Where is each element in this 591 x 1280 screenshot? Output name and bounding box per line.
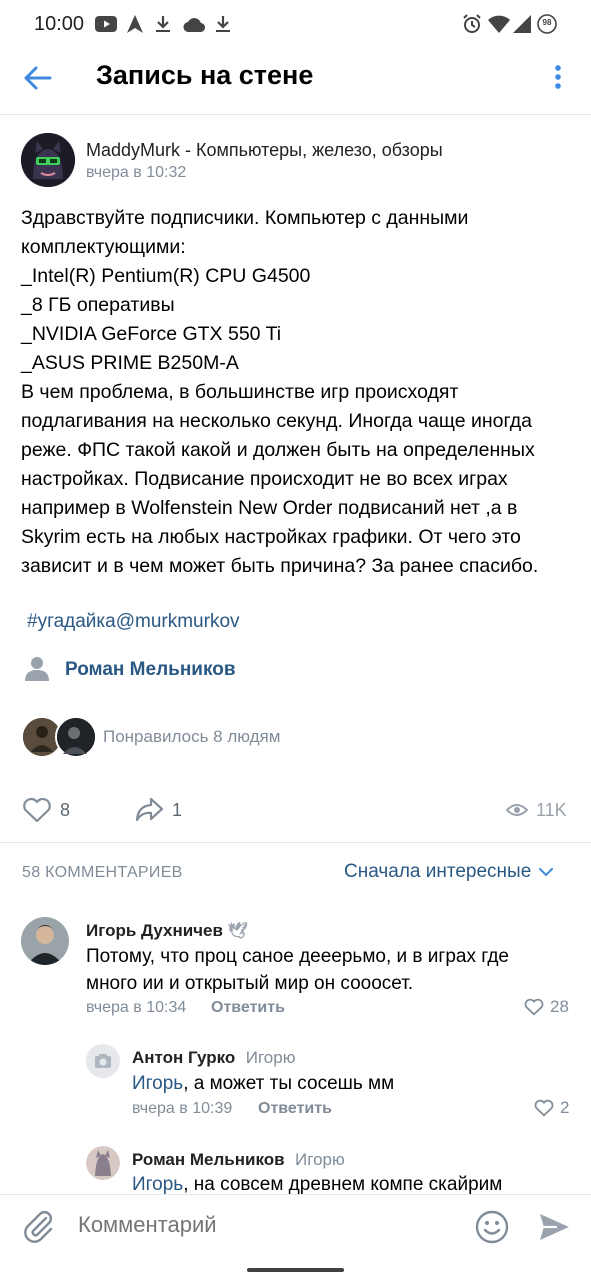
- reply-body: , а может ты сосешь мм: [183, 1073, 395, 1094]
- reply-avatar[interactable]: [86, 1146, 120, 1180]
- navigation-icon: [126, 14, 144, 34]
- comment-avatar[interactable]: [21, 917, 69, 965]
- cat-avatar-image: [21, 133, 75, 187]
- comment-like-count: 28: [550, 997, 569, 1016]
- home-indicator[interactable]: [247, 1268, 344, 1272]
- reply-timestamp: вчера в 10:39: [132, 1100, 233, 1117]
- like-button[interactable]: 8: [22, 796, 70, 824]
- post-author-name[interactable]: MaddyMurk - Компьютеры, железо, обзоры: [86, 140, 443, 161]
- attach-button[interactable]: [22, 1208, 54, 1244]
- send-button[interactable]: [537, 1210, 571, 1244]
- reply-author-name[interactable]: Роман Мельников: [132, 1150, 285, 1169]
- post-timestamp: вчера в 10:32: [86, 164, 187, 181]
- reply-like-button[interactable]: 2: [534, 1098, 569, 1118]
- paperclip-icon: [24, 1211, 53, 1243]
- heart-icon: [23, 797, 51, 823]
- reply-to-label[interactable]: Игорю: [246, 1048, 296, 1067]
- share-button[interactable]: 1: [134, 796, 182, 824]
- reply-author-name[interactable]: Антон Гурко: [132, 1048, 235, 1067]
- views-count: 11K: [536, 799, 567, 820]
- youtube-icon: [94, 14, 118, 34]
- comments-sort-dropdown[interactable]: Сначала интересные: [344, 861, 554, 883]
- author-avatar[interactable]: [21, 133, 75, 187]
- like-count: 8: [60, 799, 71, 820]
- reply-body: , на совсем древнем компе скайрим: [183, 1174, 503, 1195]
- more-menu-button[interactable]: [548, 64, 568, 92]
- arrow-left-icon: [24, 66, 52, 90]
- heart-icon: [524, 998, 544, 1016]
- views-indicator: 11K: [506, 796, 567, 824]
- user-icon: [25, 656, 49, 682]
- likers-avatars[interactable]: [21, 716, 97, 758]
- comment-text: Потому, что проц саное дееерьмо, и в игр…: [86, 946, 509, 994]
- comment-author-name[interactable]: Игорь Духничев 🕊: [86, 921, 248, 941]
- battery-level: 98: [542, 18, 552, 27]
- share-arrow-icon: [135, 797, 164, 822]
- chevron-down-icon: [539, 867, 554, 876]
- signal-icon: [512, 14, 532, 34]
- page-title: Запись на стене: [96, 60, 314, 90]
- mention-link[interactable]: Игорь: [132, 1073, 183, 1094]
- mention-link[interactable]: Игорь: [132, 1174, 183, 1195]
- sort-label: Сначала интересные: [344, 861, 532, 882]
- header-divider: [0, 114, 591, 115]
- kebab-menu-icon: [555, 65, 561, 89]
- download-icon: [154, 14, 172, 34]
- reply-to-label[interactable]: Игорю: [295, 1150, 345, 1169]
- status-bar: 10:00 98: [0, 0, 591, 48]
- comments-count: 58 КОММЕНТАРИЕВ: [22, 864, 183, 881]
- comment-input[interactable]: [78, 1212, 458, 1238]
- reply-header: Антон Гурко Игорю: [132, 1048, 295, 1068]
- eye-icon: [506, 804, 528, 816]
- reply-avatar[interactable]: [86, 1044, 120, 1078]
- post-signer-link[interactable]: Роман Мельников: [65, 659, 236, 681]
- cloud-icon: [182, 14, 206, 34]
- comment-author-label: Игорь Духничев: [86, 921, 223, 940]
- share-count: 1: [172, 799, 183, 820]
- reply-text: Игорь, а может ты сосешь мм: [132, 1070, 562, 1097]
- dove-badge-icon: 🕊: [227, 923, 248, 940]
- alarm-icon: [462, 14, 482, 34]
- liker-avatar: [55, 716, 97, 758]
- reply-button[interactable]: Ответить: [258, 1100, 332, 1118]
- emoji-button[interactable]: [474, 1209, 510, 1245]
- actions-divider: [0, 842, 591, 843]
- post-text: Здравствуйте подписчики. Компьютер с дан…: [21, 207, 539, 577]
- heart-icon: [534, 1099, 554, 1117]
- reply-like-count: 2: [560, 1098, 570, 1117]
- reply-button[interactable]: Ответить: [211, 999, 285, 1017]
- send-icon: [540, 1214, 569, 1240]
- status-time: 10:00: [34, 13, 85, 35]
- reply-header: Роман Мельников Игорю: [132, 1150, 345, 1170]
- download-icon-2: [214, 14, 232, 34]
- comment-timestamp: вчера в 10:34: [86, 999, 187, 1016]
- back-button[interactable]: [22, 62, 54, 94]
- comment-like-button[interactable]: 28: [524, 997, 569, 1017]
- camera-placeholder-icon: [95, 1054, 111, 1068]
- liked-by-text[interactable]: Понравилось 8 людям: [103, 727, 280, 747]
- post-hashtag-link[interactable]: #угадайка@murkmurkov: [27, 611, 240, 633]
- smile-icon: [475, 1210, 509, 1244]
- battery-icon: 98: [536, 14, 558, 34]
- wifi-icon: [488, 14, 510, 34]
